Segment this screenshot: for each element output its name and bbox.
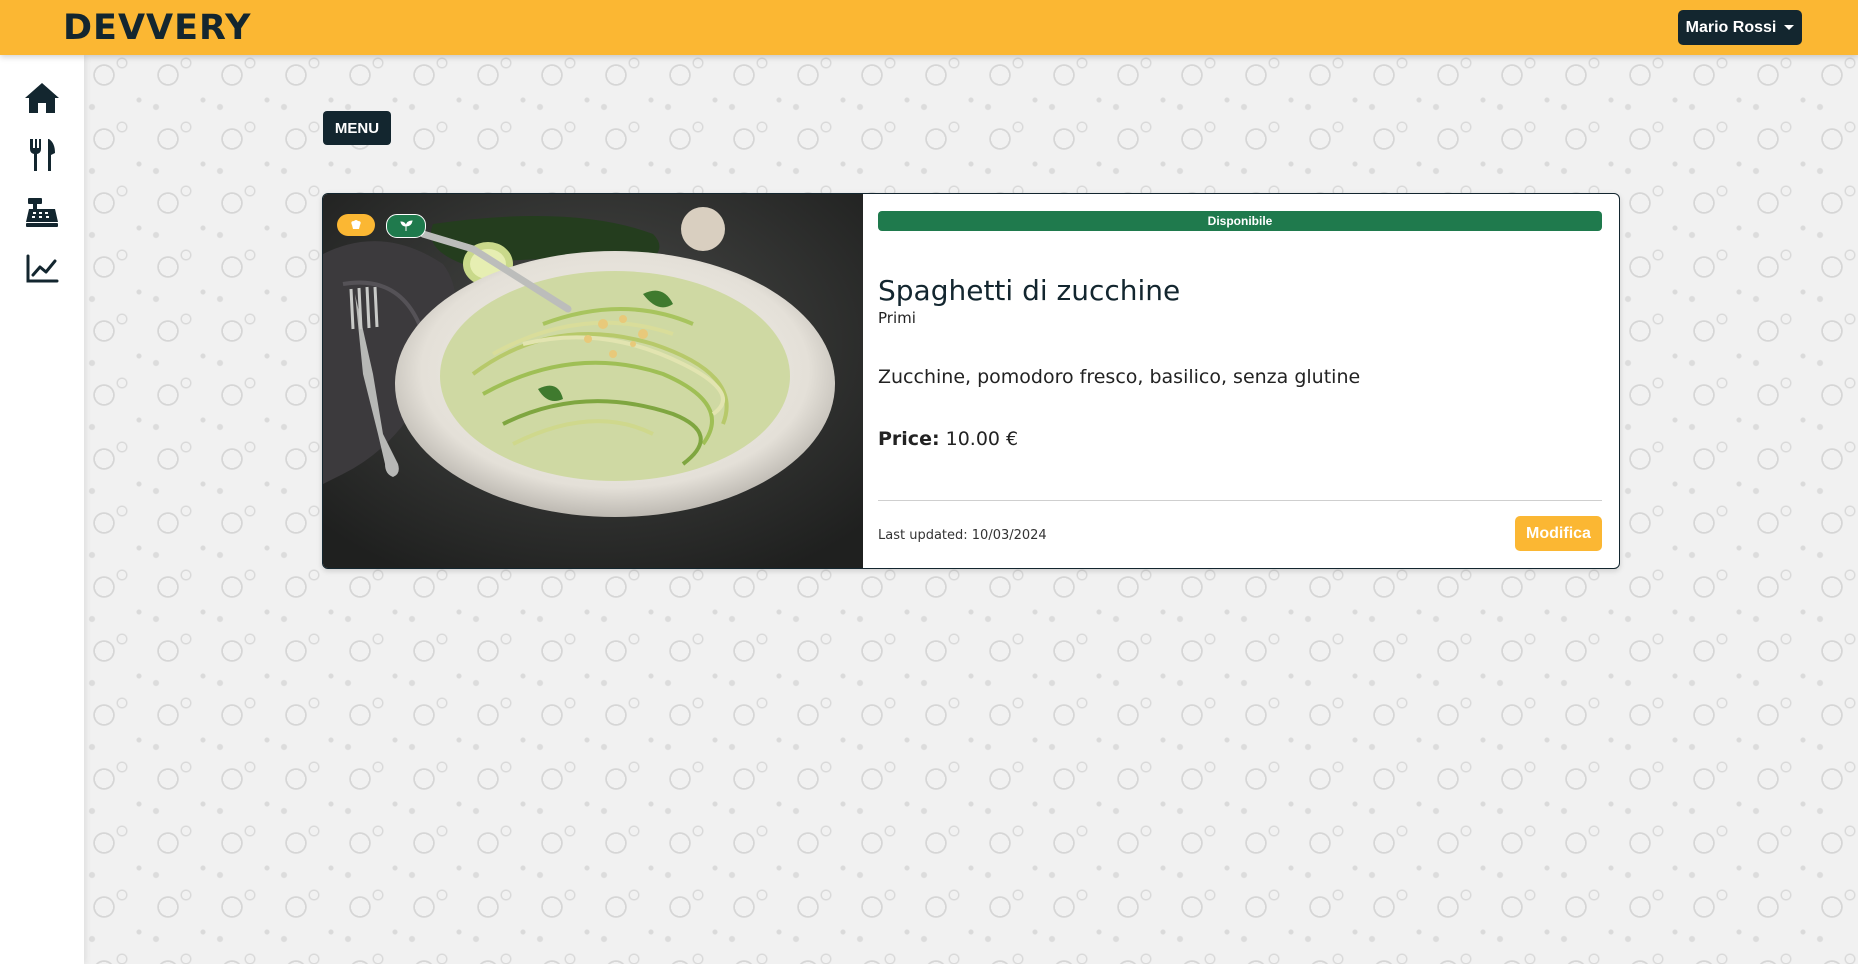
user-menu-button[interactable]: Mario Rossi — [1678, 10, 1802, 45]
sidebar-item-home[interactable] — [22, 78, 62, 118]
dish-title: Spaghetti di zucchine — [878, 274, 1181, 307]
home-icon — [25, 83, 59, 113]
tag-chef — [337, 214, 375, 236]
sidebar — [0, 55, 84, 964]
dish-photo — [323, 194, 863, 568]
logo-text: DEVVERY — [63, 8, 252, 48]
dish-category: Primi — [878, 309, 916, 327]
chevron-down-icon — [1784, 25, 1795, 30]
sidebar-item-menu[interactable] — [22, 135, 62, 175]
brand-logo[interactable]: DEVVERY — [63, 6, 251, 50]
status-badge: Disponibile — [878, 211, 1602, 231]
tag-vegetarian — [386, 214, 426, 238]
dish-details: Disponibile Spaghetti di zucchine Primi … — [878, 194, 1602, 568]
dish-price: Price: 10.00 € — [878, 428, 1018, 450]
utensils-icon — [30, 139, 55, 171]
sidebar-item-statistics[interactable] — [22, 249, 62, 289]
dish-description: Zucchine, pomodoro fresco, basilico, sen… — [878, 366, 1361, 388]
price-label: Price: — [878, 428, 940, 450]
dish-card: Disponibile Spaghetti di zucchine Primi … — [322, 193, 1620, 569]
chef-hat-icon — [351, 220, 361, 229]
edit-button[interactable]: Modifica — [1515, 516, 1602, 551]
last-updated: Last updated: 10/03/2024 — [878, 528, 1047, 543]
chart-line-icon — [26, 254, 59, 283]
seedling-icon — [399, 220, 413, 231]
sidebar-item-cash-register[interactable] — [22, 192, 62, 232]
cash-register-icon — [26, 198, 58, 227]
price-value: 10.00 € — [945, 428, 1019, 450]
divider — [878, 500, 1602, 501]
user-name: Mario Rossi — [1685, 18, 1777, 36]
section-label-menu: MENU — [323, 111, 391, 145]
top-navbar: DEVVERY Mario Rossi — [0, 0, 1858, 55]
